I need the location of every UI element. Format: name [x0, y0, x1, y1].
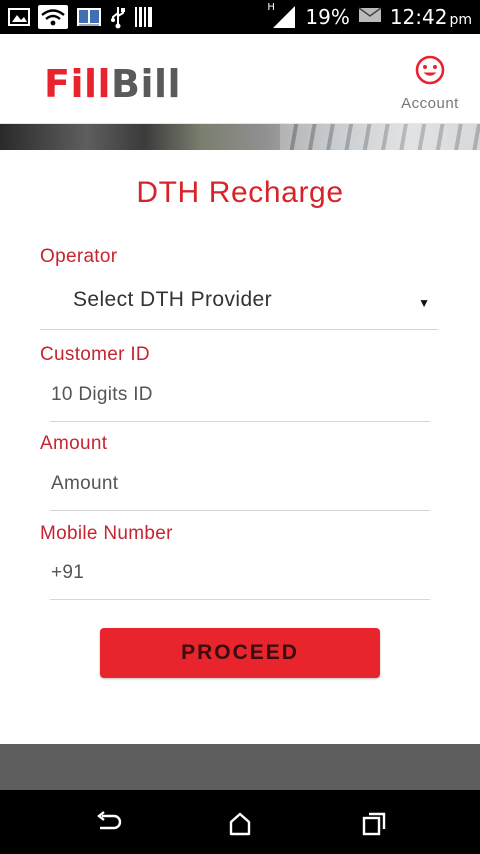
clock-time: 12:42	[389, 5, 448, 29]
logo-fill-text: Fill	[44, 62, 112, 106]
account-button[interactable]: Account	[394, 54, 466, 112]
recents-icon[interactable]	[360, 810, 388, 838]
mobile-number-label: Mobile Number	[40, 523, 173, 544]
status-notification-icons	[0, 5, 154, 29]
home-icon[interactable]	[226, 810, 254, 838]
amount-label: Amount	[40, 433, 108, 454]
signal-icon: H	[267, 2, 297, 30]
operator-select[interactable]: Select DTH Provider ▼	[40, 284, 438, 330]
back-icon[interactable]	[94, 810, 122, 838]
amount-input[interactable]: Amount	[50, 467, 430, 511]
operator-label: Operator	[40, 246, 118, 267]
amount-placeholder: Amount	[51, 473, 119, 494]
app-header: FillBill Account	[0, 34, 480, 124]
banner-image	[0, 124, 480, 150]
clock-ampm: pm	[449, 12, 472, 28]
smiley-icon	[414, 54, 446, 91]
footer-bar	[0, 744, 480, 790]
usb-icon	[110, 5, 126, 29]
mobile-number-input[interactable]: +91	[50, 556, 430, 600]
proceed-button[interactable]: PROCEED	[100, 628, 380, 678]
status-bar: H 19% 12:42 pm	[0, 0, 480, 34]
customer-id-placeholder: 10 Digits ID	[51, 384, 153, 405]
customer-id-input[interactable]: 10 Digits ID	[50, 378, 430, 422]
app-logo[interactable]: FillBill	[44, 62, 181, 106]
image-icon	[8, 7, 30, 27]
clock: 12:42 pm	[390, 5, 472, 29]
mobile-number-value: +91	[51, 562, 85, 583]
system-nav-bar	[0, 790, 480, 854]
wifi-icon	[38, 5, 68, 29]
mail-icon	[358, 6, 382, 29]
book-icon	[76, 6, 102, 28]
customer-id-label: Customer ID	[40, 344, 150, 365]
status-system-icons: H 19% 12:42 pm	[267, 2, 480, 30]
operator-select-value: Select DTH Provider	[73, 288, 272, 311]
banner-keyboard-texture	[280, 124, 480, 150]
page-title: DTH Recharge	[136, 176, 344, 209]
logo-bill-text: Bill	[111, 62, 182, 106]
battery-percent: 19%	[305, 5, 350, 29]
barcode-icon	[134, 6, 154, 28]
dropdown-caret-icon: ▼	[418, 296, 430, 310]
account-label: Account	[401, 95, 459, 112]
